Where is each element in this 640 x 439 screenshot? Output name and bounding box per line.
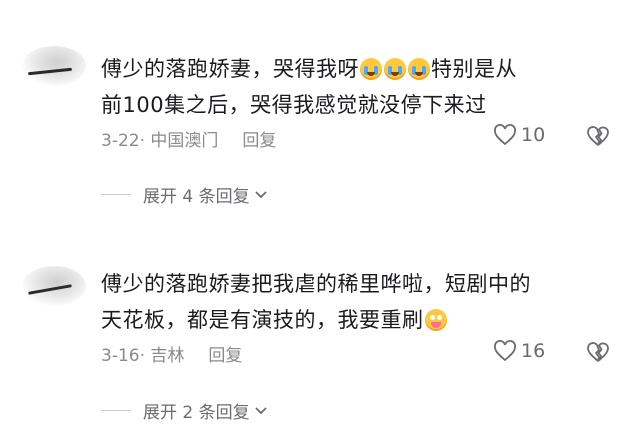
dislike-button[interactable] xyxy=(586,341,610,367)
broken-heart-icon xyxy=(587,126,609,146)
expand-replies-label: 展开 2 条回复 xyxy=(143,403,250,423)
loudly-crying-face-icon xyxy=(408,58,430,80)
comment-text-part: 特别是从 xyxy=(431,57,517,81)
comment-text-part: 天花板，都是有演技的，我要重刷 xyxy=(101,308,424,332)
expand-replies-label: 展开 4 条回复 xyxy=(143,187,250,207)
loudly-crying-face-icon xyxy=(384,58,406,80)
comment-text: 傅少的落跑娇妻，哭得我呀 特别是从 前100集之后，哭得我感觉就没停下来过 xyxy=(101,51,621,123)
hugging-face-icon xyxy=(424,309,447,331)
divider xyxy=(101,194,131,195)
heart-icon xyxy=(494,340,516,362)
comment-date-location: 3-22· 中国澳门 xyxy=(101,131,219,151)
comment-date-location: 3-16· 吉林 xyxy=(101,346,185,366)
loudly-crying-face-icon xyxy=(360,58,382,80)
chevron-down-icon xyxy=(254,185,268,205)
avatar[interactable] xyxy=(22,266,86,306)
heart-icon xyxy=(494,124,516,146)
like-button[interactable]: 16 xyxy=(493,340,545,362)
dislike-button[interactable] xyxy=(586,125,610,151)
comment-meta: 3-16· 吉林 回复 xyxy=(101,341,242,366)
comment-text-part: 傅少的落跑娇妻把我虐的稀里哗啦，短剧中的 xyxy=(101,272,531,296)
chevron-down-icon xyxy=(254,401,268,421)
like-count: 16 xyxy=(521,340,546,362)
like-count: 10 xyxy=(521,124,546,146)
comment-text-part: 傅少的落跑娇妻，哭得我呀 xyxy=(101,57,359,81)
reply-button[interactable]: 回复 xyxy=(208,341,242,366)
expand-replies[interactable]: 展开 2 条回复 xyxy=(101,398,268,423)
reply-button[interactable]: 回复 xyxy=(242,126,276,151)
like-button[interactable]: 10 xyxy=(493,124,545,146)
comment-text: 傅少的落跑娇妻把我虐的稀里哗啦，短剧中的 天花板，都是有演技的，我要重刷 xyxy=(101,266,621,338)
expand-replies[interactable]: 展开 4 条回复 xyxy=(101,182,268,207)
broken-heart-icon xyxy=(587,342,609,362)
divider xyxy=(101,410,131,411)
comment-meta: 3-22· 中国澳门 回复 xyxy=(101,126,276,151)
avatar[interactable] xyxy=(22,46,86,86)
comment-text-part: 前100集之后，哭得我感觉就没停下来过 xyxy=(101,93,487,117)
